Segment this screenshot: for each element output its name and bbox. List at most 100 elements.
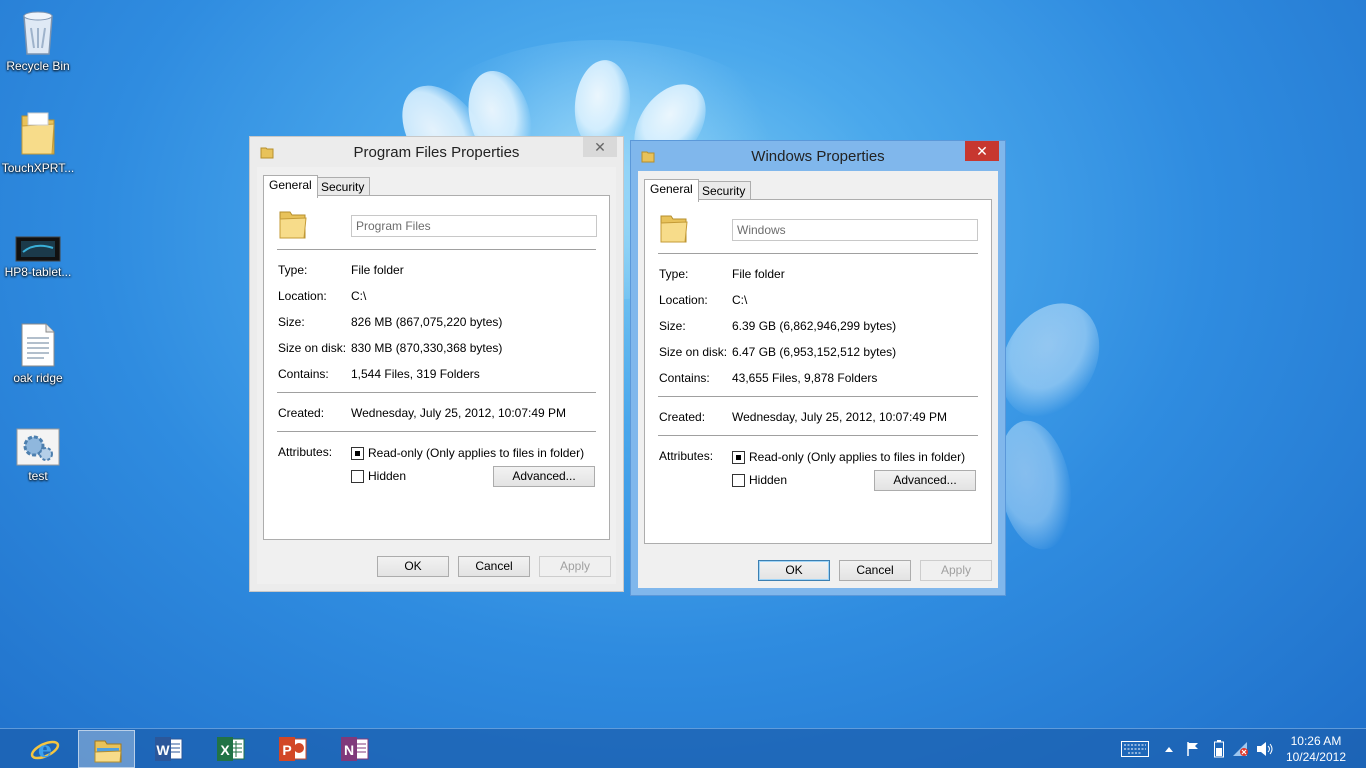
tab-security[interactable]: Security [315,177,371,197]
dialog-title: Program Files Properties [353,144,520,161]
size-on-disk-value: 6.47 GB (6,953,152,512 bytes) [732,345,897,359]
size-on-disk-label: Size on disk: [278,341,347,355]
dialog-title: Windows Properties [751,148,885,165]
svg-text:e: e [38,737,52,763]
taskbar-excel[interactable]: X [202,730,259,768]
taskbar-file-explorer[interactable] [78,730,135,768]
divider [277,431,596,432]
apply-button[interactable]: Apply [920,560,992,581]
tab-security[interactable]: Security [696,181,752,201]
attributes-label: Attributes: [659,449,714,463]
general-tab-panel: Program Files Type: File folder Location… [263,195,610,540]
desktop-icon-touchxprt[interactable]: TouchXPRT... [0,110,76,175]
hidden-checkbox-label[interactable]: Hidden [368,469,406,483]
cancel-button[interactable]: Cancel [458,556,530,577]
recycle-bin-icon [23,11,53,55]
contains-value: 43,655 Files, 9,878 Folders [732,371,878,385]
action-center-flag-icon[interactable] [1186,741,1200,757]
location-label: Location: [278,289,327,303]
dialog-client: General Security Program Files Type: Fil… [257,167,616,584]
internet-explorer-icon: e [30,737,60,763]
desktop-icon-label: Recycle Bin [6,59,70,73]
desktop-icon-label: HP8-tablet... [4,265,72,279]
battery-icon[interactable] [1214,740,1224,758]
taskbar-onenote[interactable]: N [326,730,383,768]
close-button[interactable]: ✕ [965,141,999,161]
svg-text:N: N [344,742,354,758]
close-button[interactable]: ✕ [583,137,617,157]
volume-icon[interactable] [1256,741,1274,757]
divider [658,253,978,254]
title-bar[interactable]: Program Files Properties ✕ [250,137,623,167]
taskbar: e W X P N 10:26 AM 10/24/2012 [0,728,1366,768]
taskbar-internet-explorer[interactable]: e [16,730,73,768]
folder-name-field[interactable]: Program Files [351,215,597,237]
size-on-disk-value: 830 MB (870,330,368 bytes) [351,341,503,355]
desktop-icon-test[interactable]: test [0,428,76,483]
advanced-button[interactable]: Advanced... [493,466,595,487]
folder-icon [21,112,55,155]
tab-general[interactable]: General [263,175,318,198]
file-explorer-icon [94,740,122,763]
program-files-properties-dialog[interactable]: Program Files Properties ✕ General Secur… [249,136,624,592]
hidden-checkbox[interactable] [351,470,364,483]
divider [658,396,978,397]
network-disconnected-icon[interactable] [1232,741,1250,757]
location-label: Location: [659,293,708,307]
powerpoint-icon: P [279,737,307,761]
word-icon: W [155,737,183,761]
taskbar-powerpoint[interactable]: P [264,730,321,768]
desktop-icon-hp8-tablet[interactable]: HP8-tablet... [0,236,76,279]
folder-name-field[interactable]: Windows [732,219,978,241]
desktop-icon-label: TouchXPRT... [1,161,75,175]
size-value: 826 MB (867,075,220 bytes) [351,315,503,329]
created-value: Wednesday, July 25, 2012, 10:07:49 PM [351,406,567,420]
hidden-checkbox-label[interactable]: Hidden [749,473,787,487]
readonly-checkbox-label[interactable]: Read-only (Only applies to files in fold… [749,450,965,464]
created-label: Created: [278,406,325,420]
size-label: Size: [278,315,305,329]
readonly-checkbox-label[interactable]: Read-only (Only applies to files in fold… [368,446,584,460]
excel-icon: X [217,737,245,761]
general-tab-panel: Windows Type: File folder Location: C:\ … [644,199,992,544]
attributes-label: Attributes: [278,445,333,459]
desktop-icon-recycle-bin[interactable]: Recycle Bin [0,8,76,73]
touch-keyboard-icon[interactable] [1121,741,1149,757]
contains-label: Contains: [659,371,710,385]
tab-general[interactable]: General [644,179,699,202]
title-bar[interactable]: Windows Properties ✕ [631,141,1005,171]
type-label: Type: [278,263,308,277]
svg-text:X: X [220,742,230,758]
chevron-up-icon[interactable] [1164,745,1174,753]
type-value: File folder [732,267,785,281]
size-on-disk-label: Size on disk: [659,345,728,359]
desktop-icon-oak-ridge[interactable]: oak ridge [0,322,76,385]
folder-icon [660,215,688,243]
size-label: Size: [659,319,686,333]
cancel-button[interactable]: Cancel [839,560,911,581]
folder-icon [279,211,307,239]
taskbar-clock[interactable]: 10:26 AM 10/24/2012 [1286,733,1346,765]
svg-text:P: P [282,742,291,758]
windows-properties-dialog[interactable]: Windows Properties ✕ General Security Wi… [630,140,1006,596]
ok-button[interactable]: OK [758,560,830,581]
clock-date: 10/24/2012 [1285,750,1346,764]
advanced-button[interactable]: Advanced... [874,470,976,491]
desktop-icon-label: test [28,469,48,483]
hidden-checkbox[interactable] [732,474,745,487]
ok-button[interactable]: OK [377,556,449,577]
text-document-icon [21,323,55,367]
contains-value: 1,544 Files, 319 Folders [351,367,480,381]
settings-file-icon [16,428,60,466]
divider [658,435,978,436]
clock-time: 10:26 AM [1290,734,1342,748]
readonly-checkbox[interactable] [732,451,745,464]
readonly-checkbox[interactable] [351,447,364,460]
type-value: File folder [351,263,404,277]
apply-button[interactable]: Apply [539,556,611,577]
created-value: Wednesday, July 25, 2012, 10:07:49 PM [732,410,948,424]
contains-label: Contains: [278,367,329,381]
onenote-icon: N [341,737,369,761]
size-value: 6.39 GB (6,862,946,299 bytes) [732,319,897,333]
taskbar-word[interactable]: W [140,730,197,768]
